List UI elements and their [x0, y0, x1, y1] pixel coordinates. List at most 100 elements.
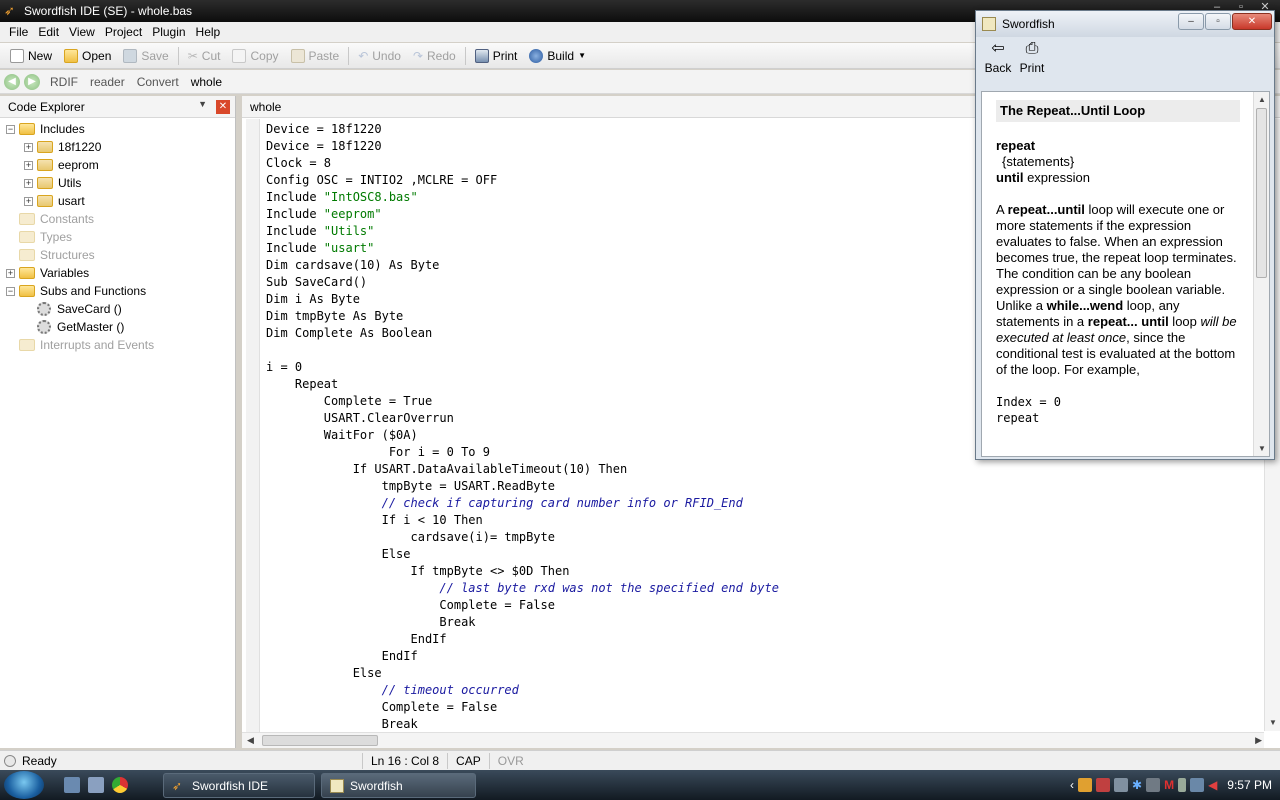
- tray-app-icon[interactable]: [1146, 778, 1161, 792]
- code-comment: // check if capturing card number info o…: [381, 496, 743, 510]
- menu-file[interactable]: File: [4, 25, 33, 39]
- horizontal-scroll-thumb[interactable]: [262, 735, 378, 746]
- menu-view[interactable]: View: [64, 25, 100, 39]
- copy-button[interactable]: Copy: [226, 45, 284, 67]
- bluetooth-icon[interactable]: ✱: [1132, 778, 1142, 792]
- syntax-repeat: repeat: [996, 138, 1036, 153]
- print-button[interactable]: Print: [469, 45, 524, 67]
- tray-expand-icon[interactable]: ‹: [1070, 778, 1074, 792]
- collapse-icon[interactable]: −: [6, 124, 15, 134]
- battery-icon[interactable]: [1178, 778, 1187, 792]
- chevron-down-icon[interactable]: ▼: [578, 51, 586, 60]
- tree-item[interactable]: + eeprom: [0, 156, 235, 174]
- clock[interactable]: 9:57 PM: [1227, 778, 1272, 792]
- cut-button[interactable]: ✂ Cut: [182, 45, 227, 67]
- open-button[interactable]: Open: [58, 45, 117, 67]
- nav-link-rdif[interactable]: RDIF: [44, 75, 84, 89]
- scroll-right-arrow-icon[interactable]: ▶: [1255, 735, 1262, 746]
- code-text: USART.ClearOverrun: [266, 411, 454, 425]
- scroll-up-arrow-icon[interactable]: ▲: [1258, 95, 1266, 104]
- taskbar-button-swordfish-ide[interactable]: ➶ Swordfish IDE: [163, 773, 315, 798]
- code-comment: // timeout occurred: [381, 683, 519, 697]
- tree-item[interactable]: SaveCard (): [0, 300, 235, 318]
- tree-item[interactable]: Structures: [0, 246, 235, 264]
- explorer-icon[interactable]: [88, 777, 104, 793]
- folder-icon: [19, 267, 35, 279]
- build-button[interactable]: Build ▼: [523, 45, 592, 67]
- volume-icon[interactable]: ◀: [1208, 778, 1217, 792]
- new-button[interactable]: New: [4, 45, 58, 67]
- menu-help[interactable]: Help: [191, 25, 226, 39]
- maximize-icon[interactable]: ▫: [1205, 13, 1231, 30]
- taskbar-button-swordfish-help[interactable]: Swordfish: [321, 773, 476, 798]
- tree-item[interactable]: Constants: [0, 210, 235, 228]
- status-bar: Ready Ln 16 : Col 8 CAP OVR: [0, 750, 1280, 770]
- expand-icon[interactable]: +: [24, 142, 33, 152]
- paste-button[interactable]: Paste: [285, 45, 346, 67]
- nav-link-reader[interactable]: reader: [84, 75, 131, 89]
- chrome-icon[interactable]: [112, 777, 128, 793]
- help-text-run: loop will execute one or more statements…: [996, 202, 1237, 313]
- code-line: Complete = False: [266, 597, 1266, 614]
- new-file-icon: [10, 48, 24, 63]
- gear-icon: [37, 320, 51, 334]
- save-button[interactable]: Save: [117, 45, 174, 67]
- code-text: Else: [266, 666, 382, 680]
- tree-item[interactable]: + Variables: [0, 264, 235, 282]
- code-line: If USART.DataAvailableTimeout(10) Then: [266, 461, 1266, 478]
- horizontal-scrollbar[interactable]: ◀ ▶: [242, 732, 1264, 748]
- tree-item[interactable]: + usart: [0, 192, 235, 210]
- code-text: WaitFor ($0A): [266, 428, 418, 442]
- code-line: // check if capturing card number info o…: [266, 495, 1266, 512]
- menu-plugin[interactable]: Plugin: [147, 25, 190, 39]
- minimize-icon[interactable]: –: [1178, 13, 1204, 30]
- help-print-button[interactable]: ⎙ Print: [1018, 39, 1046, 87]
- nav-link-whole[interactable]: whole: [185, 75, 228, 89]
- scroll-left-arrow-icon[interactable]: ◀: [247, 735, 254, 746]
- expand-icon[interactable]: +: [24, 196, 33, 206]
- tree-item[interactable]: Types: [0, 228, 235, 246]
- nav-link-convert[interactable]: Convert: [131, 75, 185, 89]
- tree-item[interactable]: + Utils: [0, 174, 235, 192]
- scroll-down-arrow-icon[interactable]: ▼: [1258, 444, 1266, 453]
- tray-app-icon[interactable]: [1114, 778, 1128, 792]
- code-text: Include: [266, 241, 324, 255]
- code-text: Include: [266, 207, 324, 221]
- expand-icon[interactable]: +: [24, 178, 33, 188]
- collapse-icon[interactable]: −: [6, 286, 15, 296]
- redo-arrow-icon: ↷: [412, 48, 423, 63]
- redo-button[interactable]: ↷ Redo: [407, 45, 462, 67]
- show-desktop-icon[interactable]: [64, 777, 80, 793]
- menu-edit[interactable]: Edit: [33, 25, 64, 39]
- help-vertical-scrollbar[interactable]: ▲ ▼: [1253, 92, 1269, 456]
- help-scroll-thumb[interactable]: [1256, 108, 1267, 278]
- start-button[interactable]: [4, 771, 44, 799]
- close-panel-icon[interactable]: ✕: [216, 100, 230, 114]
- scroll-down-arrow-icon[interactable]: ▼: [1269, 718, 1277, 727]
- forward-arrow-icon[interactable]: ▶: [24, 73, 40, 90]
- back-arrow-icon[interactable]: ◀: [4, 73, 20, 90]
- tray-m-icon[interactable]: M: [1164, 778, 1174, 792]
- expand-icon[interactable]: +: [6, 268, 15, 278]
- code-text: Device = 18f1220: [266, 139, 382, 153]
- code-line: // timeout occurred: [266, 682, 1266, 699]
- tray-app-icon[interactable]: [1096, 778, 1110, 792]
- panel-menu-chevron-icon[interactable]: ▼: [198, 99, 207, 109]
- tree-item[interactable]: − Includes: [0, 120, 235, 138]
- help-print-label: Print: [1019, 61, 1045, 75]
- code-string: "eeprom": [323, 207, 382, 221]
- tree-item[interactable]: Interrupts and Events: [0, 336, 235, 354]
- menu-project[interactable]: Project: [100, 25, 147, 39]
- tree-item[interactable]: +18f1220: [0, 138, 235, 156]
- help-back-button[interactable]: ⇦ Back: [984, 39, 1012, 87]
- tree-item[interactable]: GetMaster (): [0, 318, 235, 336]
- tray-app-icon[interactable]: [1078, 778, 1092, 792]
- undo-button[interactable]: ↶ Undo: [352, 45, 407, 67]
- close-icon[interactable]: ✕: [1232, 13, 1272, 30]
- network-icon[interactable]: [1190, 778, 1205, 792]
- expand-icon[interactable]: +: [24, 160, 33, 170]
- code-explorer-header: Code Explorer ▼ ✕: [0, 96, 235, 118]
- help-title-bar: Swordfish – ▫ ✕: [976, 11, 1274, 37]
- tree-item[interactable]: − Subs and Functions: [0, 282, 235, 300]
